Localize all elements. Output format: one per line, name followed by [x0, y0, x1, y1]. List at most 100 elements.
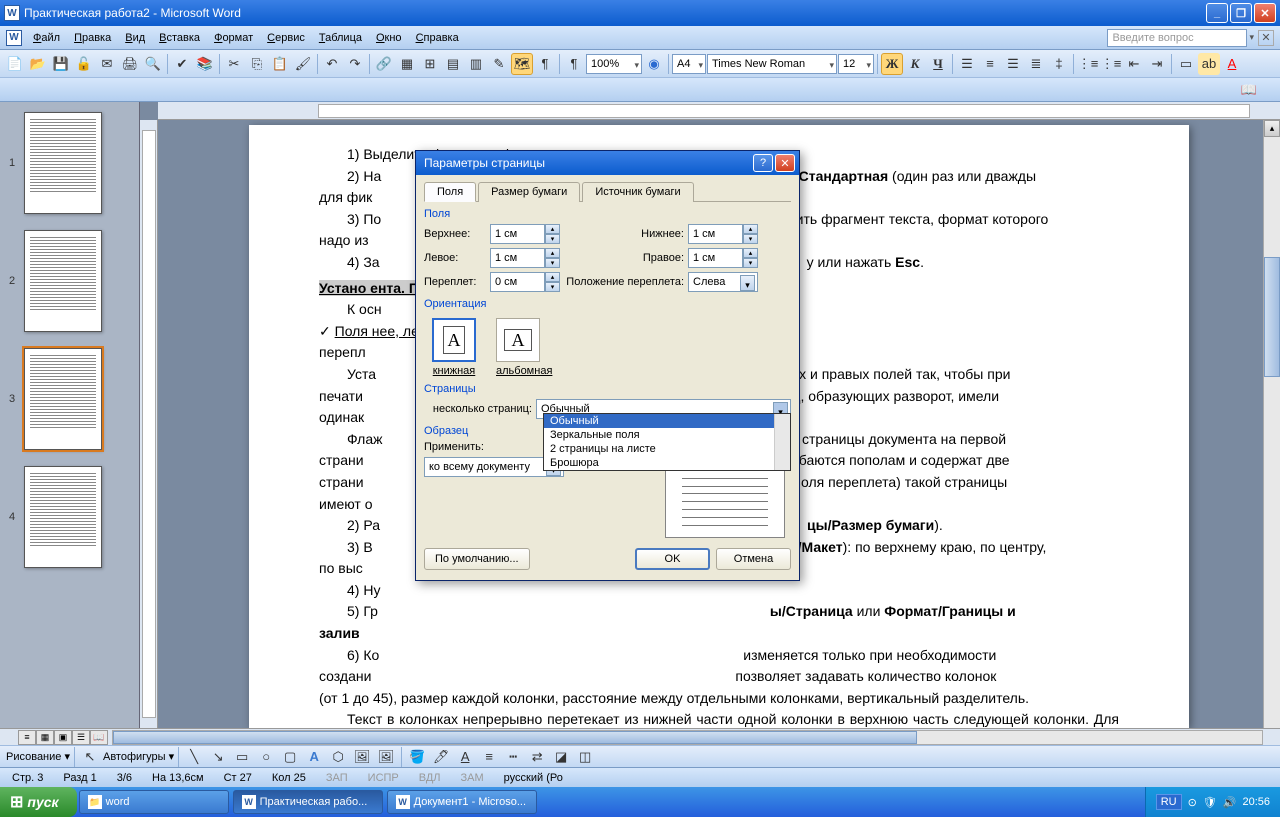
fontcolor2-button[interactable]: A	[454, 746, 476, 768]
dialog-help-button[interactable]: ?	[753, 154, 773, 172]
3d-button[interactable]: ◫	[574, 746, 596, 768]
open-button[interactable]: 📂	[27, 53, 49, 75]
drawing-button[interactable]: ✎	[488, 53, 510, 75]
scroll-up-button[interactable]: ▴	[1264, 120, 1280, 137]
minimize-button[interactable]: _	[1206, 3, 1228, 23]
thumbnail[interactable]: 3	[0, 348, 139, 450]
columns-button[interactable]: ▥	[465, 53, 487, 75]
style-combo[interactable]: A4	[672, 54, 706, 74]
start-button[interactable]: пуск	[0, 787, 77, 817]
orientation-landscape[interactable]: A альбомная	[496, 318, 552, 377]
bullets-button[interactable]: ⋮≡	[1100, 53, 1122, 75]
dashstyle-button[interactable]: ┅	[502, 746, 524, 768]
help-button[interactable]: ◉	[643, 53, 665, 75]
mail-button[interactable]: ✉	[96, 53, 118, 75]
thumbnail[interactable]: 1	[0, 112, 139, 214]
status-ovr[interactable]: ЗАМ	[455, 772, 490, 784]
highlight-button[interactable]: ab	[1198, 53, 1220, 75]
align-right-button[interactable]: ☰	[1002, 53, 1024, 75]
menu-window[interactable]: Окно	[369, 30, 409, 46]
status-lang[interactable]: русский (Ро	[498, 772, 569, 784]
spell-button[interactable]: ✔	[171, 53, 193, 75]
fontcolor-button[interactable]: A	[1221, 53, 1243, 75]
autoshapes-menu[interactable]: Автофигуры ▾	[103, 750, 174, 763]
align-center-button[interactable]: ≡	[979, 53, 1001, 75]
status-rec[interactable]: ЗАП	[320, 772, 354, 784]
tables-borders-button[interactable]: ▦	[396, 53, 418, 75]
textbox-button[interactable]: ▢	[279, 746, 301, 768]
lineweight-button[interactable]: ≡	[478, 746, 500, 768]
pilcrow-button[interactable]: ¶	[563, 53, 585, 75]
gutter-input[interactable]: ▴▾	[490, 272, 560, 292]
status-ext[interactable]: ВДЛ	[413, 772, 447, 784]
font-combo[interactable]: Times New Roman	[707, 54, 837, 74]
clock[interactable]: 20:56	[1242, 796, 1270, 808]
thumbnail[interactable]: 2	[0, 230, 139, 332]
outdent-button[interactable]: ⇤	[1123, 53, 1145, 75]
menu-edit[interactable]: Правка	[67, 30, 118, 46]
taskbar-item[interactable]: 📁word	[79, 790, 229, 814]
undo-button[interactable]: ↶	[321, 53, 343, 75]
maximize-button[interactable]: ❐	[1230, 3, 1252, 23]
excel-button[interactable]: ▤	[442, 53, 464, 75]
normal-view-button[interactable]: ≡	[18, 730, 36, 745]
help-search-input[interactable]: Введите вопрос	[1107, 29, 1247, 47]
dialog-close-button[interactable]: ✕	[775, 154, 795, 172]
wordart-button[interactable]: A	[303, 746, 325, 768]
close-button[interactable]: ✕	[1254, 3, 1276, 23]
arrow-button[interactable]: ↘	[207, 746, 229, 768]
rectangle-button[interactable]: ▭	[231, 746, 253, 768]
right-margin-input[interactable]: ▴▾	[688, 248, 758, 268]
underline-button[interactable]: Ч	[927, 53, 949, 75]
hyperlink-button[interactable]: 🔗	[373, 53, 395, 75]
orientation-portrait[interactable]: A книжная	[432, 318, 476, 377]
dropdown-option[interactable]: Брошюра	[544, 456, 790, 470]
picture-button[interactable]: 🖼	[375, 746, 397, 768]
gutterpos-combo[interactable]: Слева	[688, 272, 758, 292]
reading-view-button[interactable]: 📖	[90, 730, 108, 745]
preview-button[interactable]: 🔍	[142, 53, 164, 75]
oval-button[interactable]: ○	[255, 746, 277, 768]
left-margin-input[interactable]: ▴▾	[490, 248, 560, 268]
print-view-button[interactable]: ▣	[54, 730, 72, 745]
menu-file[interactable]: Файл	[26, 30, 67, 46]
linespacing-button[interactable]: ‡	[1048, 53, 1070, 75]
drawing-menu[interactable]: Рисование ▾	[6, 750, 70, 763]
select-objects-button[interactable]: ↖	[79, 746, 101, 768]
insert-table-button[interactable]: ⊞	[419, 53, 441, 75]
research-button[interactable]: 📚	[194, 53, 216, 75]
menu-tools[interactable]: Сервис	[260, 30, 312, 46]
indent-button[interactable]: ⇥	[1146, 53, 1168, 75]
tab-layout[interactable]: Источник бумаги	[582, 182, 693, 202]
italic-button[interactable]: К	[904, 53, 926, 75]
numbering-button[interactable]: ⋮≡	[1077, 53, 1099, 75]
save-button[interactable]: 💾	[50, 53, 72, 75]
cancel-button[interactable]: Отмена	[716, 548, 791, 570]
tab-paper[interactable]: Размер бумаги	[478, 182, 580, 202]
language-indicator[interactable]: RU	[1156, 794, 1182, 810]
redo-button[interactable]: ↷	[344, 53, 366, 75]
diagram-button[interactable]: ⬡	[327, 746, 349, 768]
outline-view-button[interactable]: ☰	[72, 730, 90, 745]
format-painter-button[interactable]: 🖌	[292, 53, 314, 75]
top-margin-input[interactable]: ▴▾	[490, 224, 560, 244]
scroll-thumb[interactable]	[1264, 257, 1280, 377]
new-button[interactable]: 📄	[4, 53, 26, 75]
taskbar-item[interactable]: WПрактическая рабо...	[233, 790, 383, 814]
tab-margins[interactable]: Поля	[424, 182, 476, 202]
dropdown-option[interactable]: Зеркальные поля	[544, 428, 790, 442]
fontsize-combo[interactable]: 12	[838, 54, 874, 74]
dialog-titlebar[interactable]: Параметры страницы ? ✕	[416, 151, 799, 175]
bold-button[interactable]: Ж	[881, 53, 903, 75]
clipart-button[interactable]: 🖼	[351, 746, 373, 768]
horizontal-scrollbar[interactable]	[112, 730, 1263, 745]
menu-view[interactable]: Вид	[118, 30, 152, 46]
ok-button[interactable]: OK	[635, 548, 710, 570]
arrowstyle-button[interactable]: ⇄	[526, 746, 548, 768]
docmap-button[interactable]: 🗺	[511, 53, 533, 75]
default-button[interactable]: По умолчанию...	[424, 548, 530, 570]
menu-table[interactable]: Таблица	[312, 30, 369, 46]
dropdown-option[interactable]: 2 страницы на листе	[544, 442, 790, 456]
web-view-button[interactable]: ▦	[36, 730, 54, 745]
line-button[interactable]: ╲	[183, 746, 205, 768]
